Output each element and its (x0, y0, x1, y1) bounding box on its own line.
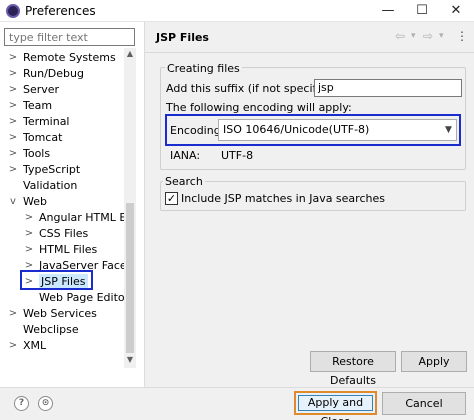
chevron-right-icon[interactable]: > (8, 66, 18, 81)
close-button[interactable]: ✕ (446, 2, 466, 20)
chevron-down-icon[interactable]: v (8, 194, 18, 209)
preference-page: Creating files Add this suffix (if not s… (145, 53, 474, 387)
forward-arrow-icon[interactable]: ⇨ (423, 29, 433, 43)
encoding-label: Encoding: (170, 124, 225, 137)
chevron-right-icon[interactable]: > (24, 210, 34, 225)
tree-item-label: Angular HTML Edi (39, 211, 124, 224)
suffix-input[interactable]: jsp (314, 79, 462, 97)
back-arrow-icon[interactable]: ⇦ (395, 29, 405, 43)
search-legend: Search (163, 175, 205, 188)
preference-tree: > Remote Systems > Run/Debug > Server > Team… (0, 48, 124, 368)
tree-item-label: Server (23, 83, 60, 96)
chevron-right-icon[interactable]: > (8, 130, 18, 145)
apply-and-close-button[interactable]: Apply and Close (294, 391, 377, 420)
eclipse-app-icon (6, 4, 20, 18)
tree-item-label: Validation (23, 179, 78, 192)
chevron-right-icon[interactable]: > (8, 338, 18, 353)
chevron-down-icon[interactable]: ▼ (445, 125, 452, 135)
apply-button[interactable]: Apply (401, 351, 467, 372)
apply-and-close-label: Apply and Close (307, 396, 364, 420)
iana-label: IANA: (170, 149, 201, 162)
tree-item-label: TypeScript (23, 163, 81, 176)
cancel-button[interactable]: Cancel (382, 392, 466, 415)
page-header: JSP Files ⇦ ▾ ⇨ ▾ ⋮ (145, 22, 474, 53)
import-export-icon[interactable]: ⊙ (38, 396, 53, 411)
iana-value: UTF-8 (221, 149, 254, 162)
scroll-up-icon[interactable]: ▲ (124, 48, 136, 60)
encoding-note: The following encoding will apply: (166, 101, 352, 114)
filter-input[interactable] (4, 28, 135, 46)
creating-files-legend: Creating files (165, 62, 242, 75)
title-bar: Preferences — ☐ ✕ (0, 0, 474, 22)
maximize-button[interactable]: ☐ (412, 2, 432, 20)
tree-item-label: Tools (23, 147, 51, 160)
chevron-right-icon[interactable]: > (8, 98, 18, 113)
selection-highlight (20, 270, 93, 290)
chevron-right-icon[interactable]: > (24, 242, 34, 257)
chevron-right-icon[interactable]: > (8, 146, 18, 161)
tree-item-label: Web (23, 195, 47, 208)
encoding-value: ISO 10646/Unicode(UTF-8) (223, 123, 370, 136)
scrollbar-thumb[interactable] (126, 203, 134, 353)
tree-item-label: Run/Debug (23, 67, 84, 80)
chevron-right-icon[interactable]: > (24, 226, 34, 241)
tree-scrollbar[interactable]: ▲ ▼ (124, 48, 136, 368)
include-jsp-checkbox[interactable]: ✓ (165, 192, 178, 205)
restore-defaults-button[interactable]: Restore Defaults (310, 351, 396, 387)
tree-item-label: Tomcat (23, 131, 63, 144)
view-menu-icon[interactable]: ⋮ (456, 29, 468, 43)
dialog-button-bar: ? ⊙ Apply and Close Cancel (0, 387, 474, 420)
tree-item-label: Team (23, 99, 53, 112)
tree-item-label: Webclipse (23, 323, 79, 336)
scroll-down-icon[interactable]: ▼ (124, 354, 136, 366)
include-jsp-label: Include JSP matches in Java searches (181, 192, 385, 205)
tree-item-label: Terminal (23, 115, 70, 128)
tree-item-label: Web Services (23, 307, 97, 320)
chevron-right-icon[interactable]: > (8, 82, 18, 97)
tree-item-label: CSS Files (39, 227, 89, 240)
page-title: JSP Files (156, 31, 209, 44)
chevron-right-icon[interactable]: > (8, 114, 18, 129)
tree-item-label: Web Page Editor (39, 291, 124, 304)
window-title: Preferences (25, 4, 96, 18)
help-icon[interactable]: ? (14, 396, 29, 411)
back-menu-icon[interactable]: ▾ (411, 31, 416, 41)
tree-item-label: XML (23, 339, 47, 352)
tree-item-label: Remote Systems (23, 51, 116, 64)
tree-item-label: HTML Files (39, 243, 98, 256)
chevron-right-icon[interactable]: > (8, 50, 18, 65)
encoding-select[interactable]: ISO 10646/Unicode(UTF-8) (218, 119, 457, 141)
minimize-button[interactable]: — (378, 2, 398, 20)
chevron-right-icon[interactable]: > (8, 306, 18, 321)
chevron-right-icon[interactable]: > (8, 162, 18, 177)
forward-menu-icon[interactable]: ▾ (439, 31, 444, 41)
